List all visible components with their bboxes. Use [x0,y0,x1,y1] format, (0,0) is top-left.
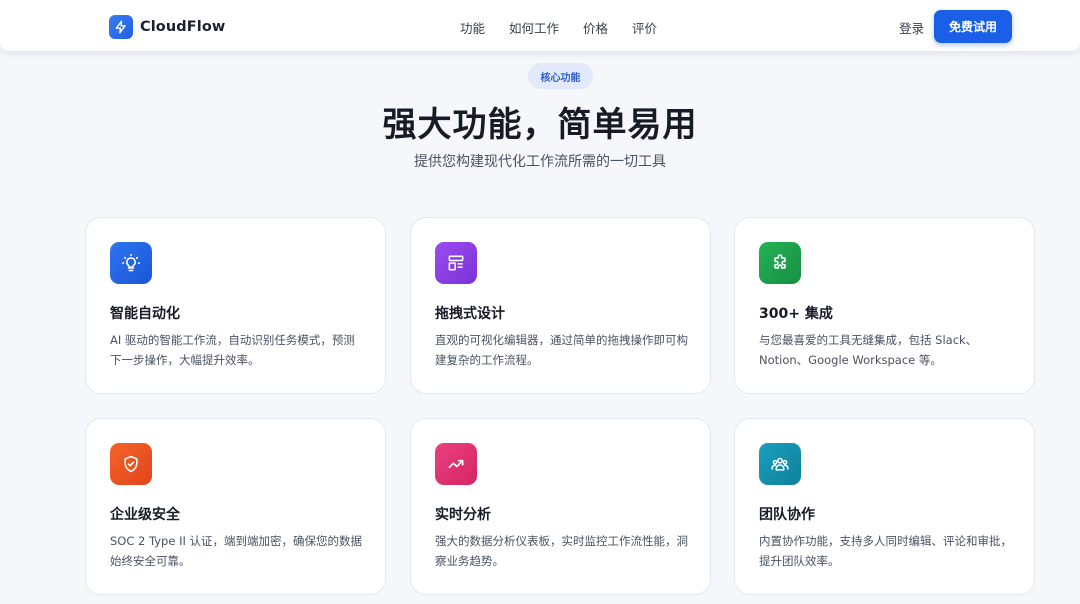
feature-card-automation: 智能自动化 AI 驱动的智能工作流，自动识别任务模式，预测下一步操作，大幅提升效… [85,217,386,394]
puzzle-icon [759,242,801,284]
section-title: 强大功能，简单易用 [382,105,698,145]
shield-check-icon [110,443,152,485]
layout-icon [435,242,477,284]
login-link[interactable]: 登录 [899,18,924,37]
feature-description: AI 驱动的智能工作流，自动识别任务模式，预测下一步操作，大幅提升效率。 [110,333,355,367]
feature-card-security: 企业级安全 SOC 2 Type II 认证，端到端加密，确保您的数据始终安全可… [85,418,386,595]
feature-title: 拖拽式设计 [435,306,505,322]
feature-description: 内置协作功能，支持多人同时编辑、评论和审批，提升团队效率。 [759,534,1012,568]
brand-name: CloudFlow [140,19,226,35]
section-subtitle: 提供您构建现代化工作流所需的一切工具 [414,154,666,170]
feature-description: 强大的数据分析仪表板，实时监控工作流性能，洞察业务趋势。 [435,534,688,568]
users-icon [759,443,801,485]
feature-title: 实时分析 [435,507,491,523]
nav-link-how-it-works[interactable]: 如何工作 [509,18,559,37]
nav-links: 功能 如何工作 价格 评价 [460,18,657,37]
top-navbar: CloudFlow 功能 如何工作 价格 评价 登录 免费试用 [0,0,1080,51]
feature-description: SOC 2 Type II 认证，端到端加密，确保您的数据始终安全可靠。 [110,534,363,568]
nav-link-features[interactable]: 功能 [460,18,485,37]
feature-card-integrations: 300+ 集成 与您最喜爱的工具无缝集成，包括 Slack、Notion、Goo… [734,217,1035,394]
section-badge: 核心功能 [528,63,593,89]
feature-title: 团队协作 [759,507,815,523]
feature-description: 直观的可视化编辑器，通过简单的拖拽操作即可构建复杂的工作流程。 [435,333,688,367]
feature-description: 与您最喜爱的工具无缝集成，包括 Slack、Notion、Google Work… [759,333,978,367]
feature-card-drag-drop: 拖拽式设计 直观的可视化编辑器，通过简单的拖拽操作即可构建复杂的工作流程。 [410,217,711,394]
feature-title: 企业级安全 [110,507,180,523]
nav-link-pricing[interactable]: 价格 [583,18,608,37]
trending-up-icon [435,443,477,485]
feature-card-analytics: 实时分析 强大的数据分析仪表板，实时监控工作流性能，洞察业务趋势。 [410,418,711,595]
brand[interactable]: CloudFlow [109,15,225,39]
feature-card-collaboration: 团队协作 内置协作功能，支持多人同时编辑、评论和审批，提升团队效率。 [734,418,1035,595]
feature-title: 智能自动化 [110,306,180,322]
feature-title: 300+ 集成 [759,306,833,322]
free-trial-button[interactable]: 免费试用 [934,10,1012,43]
lightbulb-icon [110,242,152,284]
lightning-logo-icon [109,15,133,39]
nav-link-reviews[interactable]: 评价 [632,18,657,37]
